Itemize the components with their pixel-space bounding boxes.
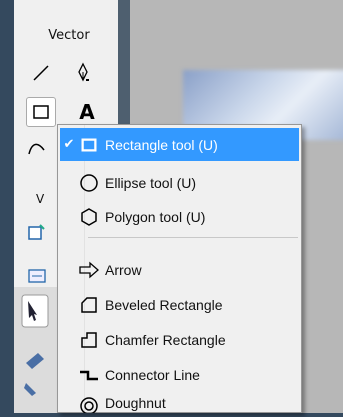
beveled-rectangle-icon — [78, 294, 100, 316]
check-icon: ✔ — [63, 137, 75, 152]
rectangle-tool-button[interactable] — [26, 97, 56, 127]
polygon-icon — [78, 206, 100, 228]
menu-item-connector-line[interactable]: Connector Line — [60, 358, 299, 391]
text-icon: A — [79, 100, 95, 124]
ellipse-icon — [78, 172, 100, 194]
shape-tool-menu: ✔ Rectangle tool (U) Ellipse tool (U) Po… — [57, 124, 302, 413]
rectangle-icon — [33, 105, 49, 119]
menu-item-label: Doughnut — [105, 395, 166, 411]
freeform-tool[interactable] — [22, 134, 52, 164]
connector-line-icon — [78, 364, 100, 386]
menu-item-label: Arrow — [105, 261, 142, 278]
menu-item-chamfer-rectangle[interactable]: Chamfer Rectangle — [60, 323, 299, 356]
pen-icon — [78, 62, 89, 82]
menu-item-doughnut[interactable]: Doughnut — [60, 393, 299, 413]
menu-separator — [88, 237, 298, 238]
menu-item-beveled-rectangle[interactable]: Beveled Rectangle — [60, 288, 299, 321]
text-tool[interactable]: A — [72, 97, 102, 127]
menu-item-label: Chamfer Rectangle — [105, 331, 226, 348]
doughnut-icon — [78, 395, 100, 413]
vector-section-title: Vector — [48, 28, 90, 43]
menu-item-label: Beveled Rectangle — [105, 296, 223, 313]
menu-item-label: Ellipse tool (U) — [105, 174, 197, 191]
rectangle-icon — [78, 134, 100, 156]
menu-item-ellipse-tool[interactable]: Ellipse tool (U) — [60, 166, 299, 199]
menu-item-label: Connector Line — [105, 366, 200, 383]
vector-section-title-2: V — [36, 192, 45, 206]
line-icon — [33, 65, 49, 81]
pen-tool[interactable] — [68, 58, 98, 88]
menu-item-rectangle-tool[interactable]: ✔ Rectangle tool (U) — [60, 128, 299, 161]
chamfer-rectangle-icon — [78, 329, 100, 351]
line-tool[interactable] — [26, 58, 56, 88]
freeform-icon — [28, 143, 45, 155]
shape-tool-icon[interactable] — [26, 222, 48, 244]
menu-item-polygon-tool[interactable]: Polygon tool (U) — [60, 200, 299, 233]
menu-item-label: Rectangle tool (U) — [105, 136, 218, 153]
menu-item-arrow[interactable]: Arrow — [60, 253, 299, 286]
frame-tool-icon[interactable] — [26, 265, 48, 287]
menu-item-label: Polygon tool (U) — [105, 208, 206, 225]
arrow-icon — [78, 259, 100, 281]
